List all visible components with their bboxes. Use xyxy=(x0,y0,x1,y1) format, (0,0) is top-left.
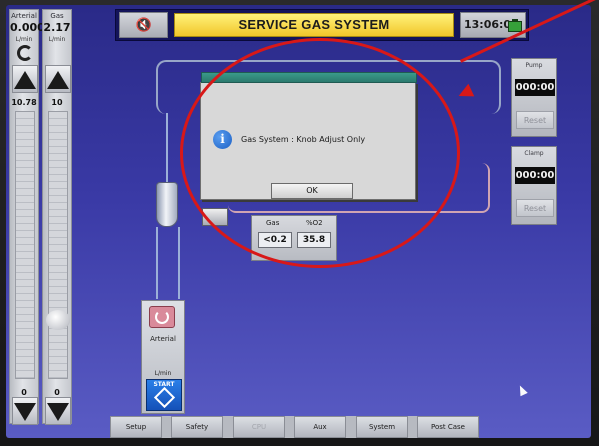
gas-increase-button[interactable] xyxy=(45,65,71,93)
arterial-slider-track[interactable] xyxy=(15,111,35,379)
circuit-line-reservoir xyxy=(156,227,158,299)
down-arrow-icon xyxy=(47,403,69,421)
rotation-icon[interactable] xyxy=(17,45,33,61)
arterial-flow-unit: L/min xyxy=(15,36,33,43)
arterial-decrease-button[interactable] xyxy=(12,397,38,425)
start-button[interactable]: START xyxy=(146,379,182,411)
tab-aux[interactable]: Aux xyxy=(294,416,346,438)
arterial-column-label: Arterial xyxy=(11,12,37,20)
gas-column-label: Gas xyxy=(50,12,64,20)
gas-bottom-value: 0 xyxy=(54,388,60,397)
arterial-increase-button[interactable] xyxy=(12,65,38,93)
pump-rotor-icon xyxy=(155,310,169,324)
clamp-timer-reset-button[interactable]: Reset xyxy=(516,199,554,217)
arterial-pump-icon[interactable] xyxy=(149,306,175,328)
arterial-setpoint: 10.78 xyxy=(11,98,37,107)
circuit-line-left xyxy=(166,113,168,183)
tab-safety[interactable]: Safety xyxy=(171,416,223,438)
up-arrow-icon xyxy=(47,71,69,89)
tab-cpu: CPU xyxy=(233,416,285,438)
arterial-flow-value: 0.000 xyxy=(10,21,45,34)
reservoir-icon xyxy=(156,182,178,227)
up-arrow-icon xyxy=(14,71,36,89)
down-arrow-icon xyxy=(14,403,36,421)
gas-slider-knob[interactable] xyxy=(46,310,70,330)
page-title-box: SERVICE GAS SYSTEM xyxy=(174,13,454,37)
battery-icon xyxy=(508,19,522,32)
clamp-timer-panel: Clamp 000:00 Reset xyxy=(511,146,557,225)
gas-setpoint: 10 xyxy=(51,98,63,107)
arterial-module-unit: L/min xyxy=(154,370,172,377)
gas-flow-column: Gas 2.17 L/min 10 0 xyxy=(42,9,72,425)
tab-system[interactable]: System xyxy=(356,416,408,438)
tab-post-case[interactable]: Post Case xyxy=(417,416,479,438)
arterial-bottom-value: 0 xyxy=(21,388,27,397)
bottom-tab-bar: Setup Safety CPU Aux System Post Case xyxy=(110,416,479,438)
pump-timer-value: 000:00 xyxy=(515,79,555,96)
circuit-line-return xyxy=(178,227,180,299)
gas-slider-track[interactable] xyxy=(48,111,68,379)
page-title: SERVICE GAS SYSTEM xyxy=(238,17,390,32)
monitor-bezel: Arterial 0.000 L/min 10.78 0 Gas 2.17 L/… xyxy=(0,0,599,446)
annotation-ellipse xyxy=(180,38,460,268)
mute-alarm-button[interactable]: 🔇 xyxy=(119,12,168,38)
gas-decrease-button[interactable] xyxy=(45,397,71,425)
arterial-pump-module: Arterial L/min START xyxy=(141,300,185,414)
clamp-timer-label: Clamp xyxy=(524,150,544,157)
pump-timer-label: Pump xyxy=(525,62,543,69)
title-bar: 🔇 SERVICE GAS SYSTEM 13:06:08 xyxy=(115,9,529,41)
mouse-cursor-icon xyxy=(516,383,528,397)
mute-alarm-icon: 🔇 xyxy=(135,18,153,33)
start-diamond-icon xyxy=(153,386,176,409)
pump-timer-reset-button[interactable]: Reset xyxy=(516,111,554,129)
gas-flow-unit: L/min xyxy=(48,36,66,43)
arterial-module-label: Arterial xyxy=(150,335,176,343)
arterial-flow-column: Arterial 0.000 L/min 10.78 0 xyxy=(9,9,45,425)
tab-setup[interactable]: Setup xyxy=(110,416,162,438)
gas-flow-value: 2.17 xyxy=(43,21,71,34)
pump-timer-panel: Pump 000:00 Reset xyxy=(511,58,557,137)
clamp-timer-value: 000:00 xyxy=(515,167,555,184)
